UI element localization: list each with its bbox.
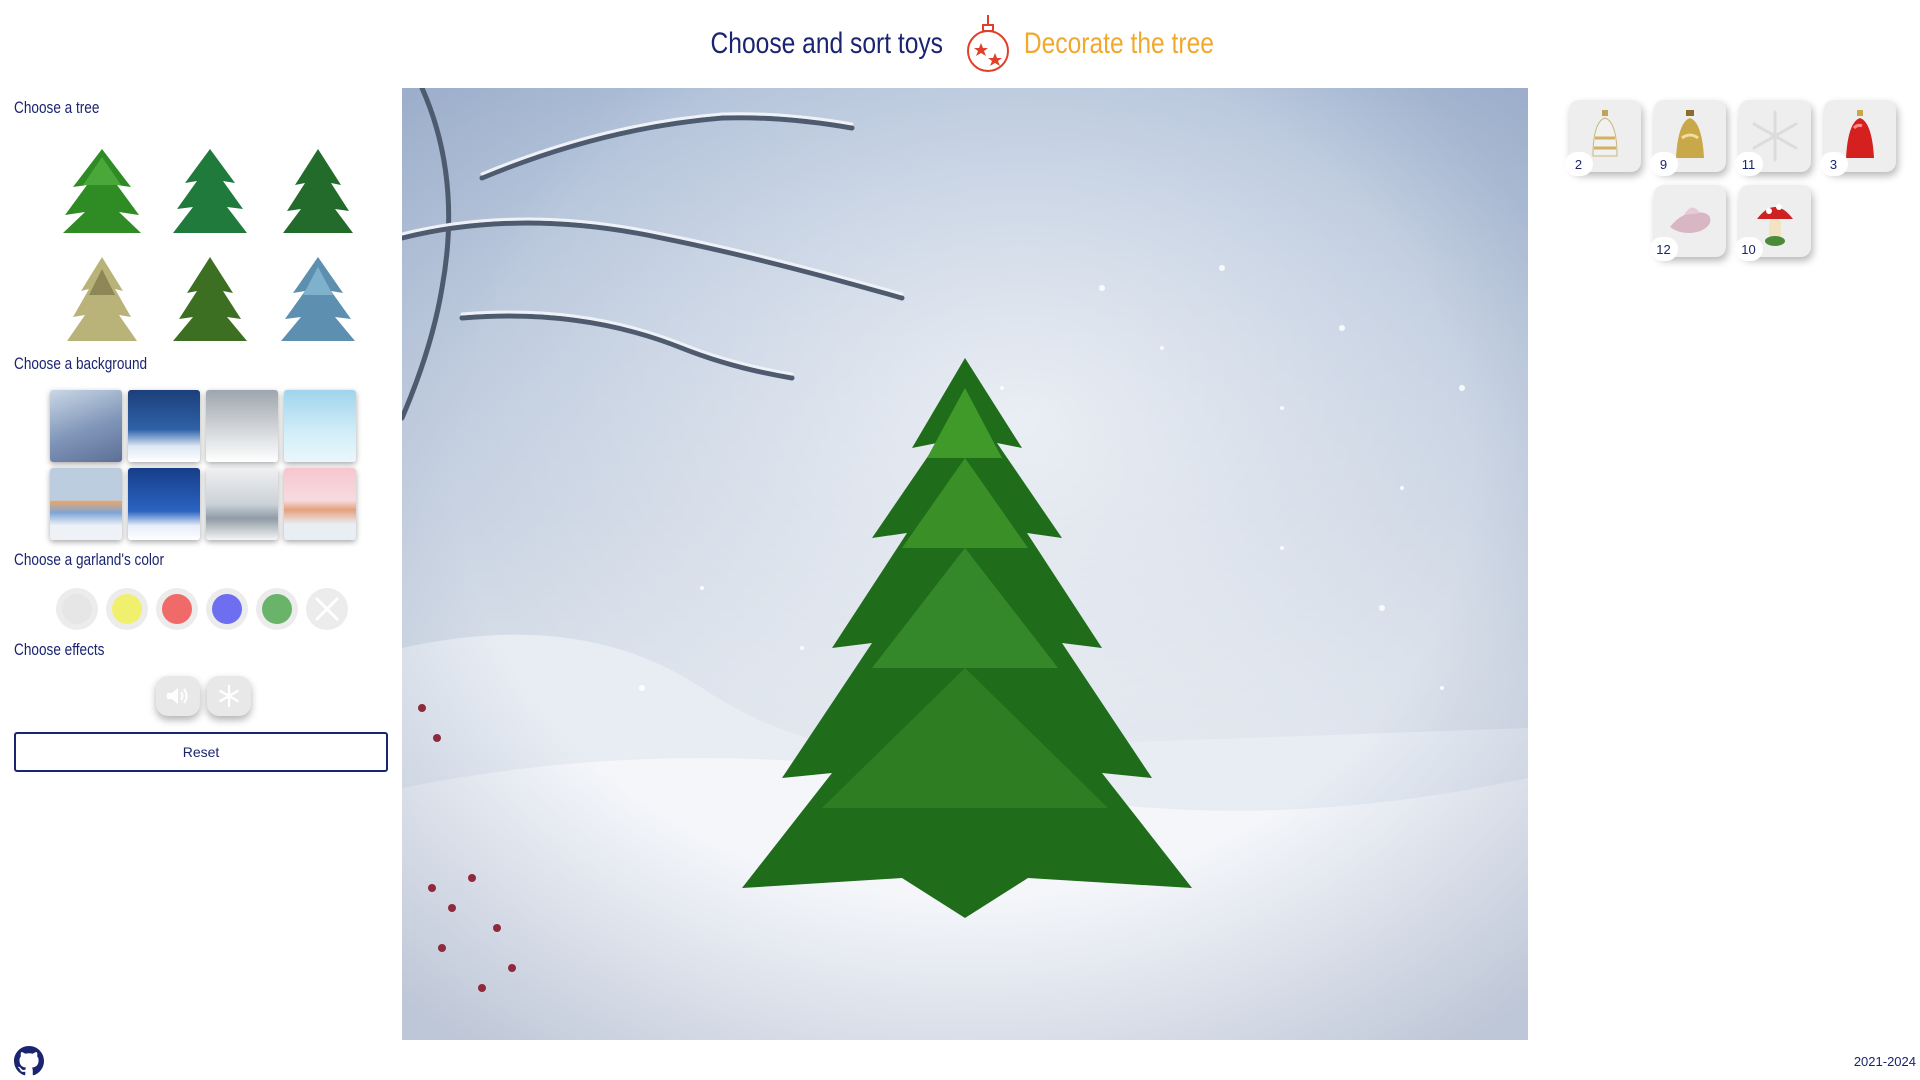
tree-option-4[interactable] bbox=[48, 246, 156, 354]
ornament-icon bbox=[966, 15, 1009, 72]
toy-row-1: 2 9 11 3 bbox=[1562, 100, 1902, 176]
background-option-6[interactable] bbox=[128, 468, 200, 540]
background-options bbox=[50, 390, 356, 540]
effects-section-title: Choose effects bbox=[14, 640, 105, 659]
garland-yellow-swatch bbox=[112, 594, 142, 624]
garland-yellow[interactable] bbox=[106, 588, 148, 630]
background-option-5[interactable] bbox=[50, 468, 122, 540]
toy-mushroom[interactable]: 10 bbox=[1734, 185, 1811, 261]
sound-icon bbox=[167, 688, 188, 704]
garland-green[interactable] bbox=[256, 588, 298, 630]
background-option-2[interactable] bbox=[128, 390, 200, 462]
tree-option-1[interactable] bbox=[48, 138, 156, 246]
sound-button[interactable] bbox=[156, 676, 200, 716]
background-option-4[interactable] bbox=[284, 390, 356, 462]
tree-option-2[interactable] bbox=[156, 138, 264, 246]
garland-green-swatch bbox=[262, 594, 292, 624]
close-icon bbox=[314, 596, 340, 622]
tree-options bbox=[48, 138, 374, 354]
toy-count: 2 bbox=[1564, 152, 1593, 176]
toy-count: 10 bbox=[1734, 237, 1763, 261]
toy-count: 3 bbox=[1819, 152, 1848, 176]
garland-section-title: Choose a garland's color bbox=[14, 550, 165, 569]
snowflake-icon bbox=[219, 684, 239, 708]
background-option-8[interactable] bbox=[284, 468, 356, 540]
garland-white-swatch bbox=[62, 594, 92, 624]
toy-bell-red[interactable]: 3 bbox=[1819, 100, 1896, 176]
background-option-1[interactable] bbox=[50, 390, 122, 462]
garland-red[interactable] bbox=[156, 588, 198, 630]
toy-count: 9 bbox=[1649, 152, 1678, 176]
toys-panel: 2 9 11 3 12 10 bbox=[1562, 100, 1902, 270]
garland-red-swatch bbox=[162, 594, 192, 624]
snow-button[interactable] bbox=[207, 676, 251, 716]
tree-option-5[interactable] bbox=[156, 246, 264, 354]
effects-options bbox=[156, 676, 251, 716]
scene-canvas bbox=[402, 88, 1528, 1040]
garland-white[interactable] bbox=[56, 588, 98, 630]
garland-options bbox=[56, 588, 348, 630]
background-section-title: Choose a background bbox=[14, 354, 148, 373]
toy-row-2: 12 10 bbox=[1562, 185, 1902, 261]
copyright-year: 2021-2024 bbox=[1853, 1054, 1916, 1069]
bell-toy-icon bbox=[1591, 110, 1618, 157]
reset-button[interactable]: Reset bbox=[14, 732, 388, 772]
tree-scene[interactable] bbox=[402, 88, 1528, 1040]
header: Choose and sort toys Decorate the tree bbox=[0, 0, 1920, 88]
toy-bird-pink[interactable]: 12 bbox=[1649, 185, 1726, 261]
toy-bell-white[interactable]: 2 bbox=[1564, 100, 1641, 176]
bird-toy-icon bbox=[1669, 207, 1710, 233]
tree-option-3[interactable] bbox=[264, 138, 372, 246]
toy-count: 11 bbox=[1734, 152, 1763, 176]
tab-choose-toys[interactable]: Choose and sort toys bbox=[711, 27, 943, 61]
bell-toy-icon bbox=[1675, 110, 1704, 158]
toy-snowflake[interactable]: 11 bbox=[1734, 100, 1811, 176]
tree-option-6[interactable] bbox=[264, 246, 372, 354]
tree-section-title: Choose a tree bbox=[14, 98, 100, 117]
garland-off[interactable] bbox=[306, 588, 348, 630]
bell-toy-icon bbox=[1845, 110, 1874, 158]
garland-blue[interactable] bbox=[206, 588, 248, 630]
tab-decorate-tree[interactable]: Decorate the tree bbox=[1024, 27, 1214, 61]
toy-count: 12 bbox=[1649, 237, 1678, 261]
background-option-3[interactable] bbox=[206, 390, 278, 462]
garland-blue-swatch bbox=[212, 594, 242, 624]
background-option-7[interactable] bbox=[206, 468, 278, 540]
github-icon[interactable] bbox=[14, 1046, 44, 1076]
toy-bell-gold[interactable]: 9 bbox=[1649, 100, 1726, 176]
